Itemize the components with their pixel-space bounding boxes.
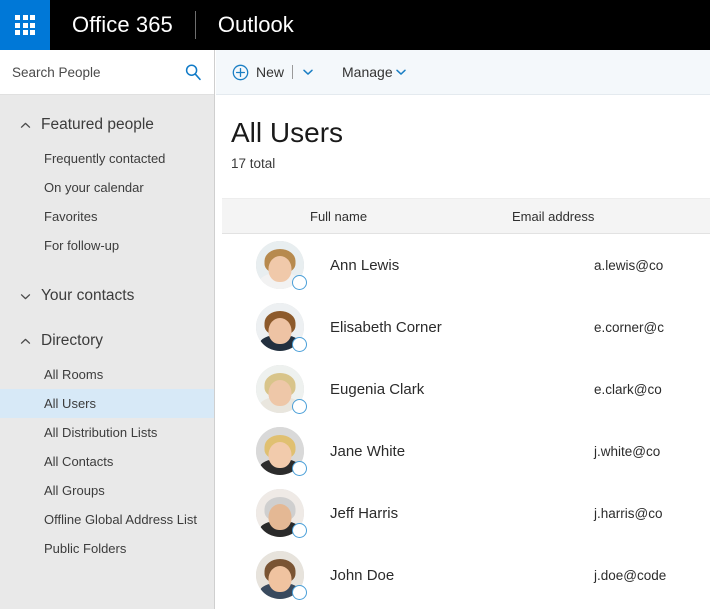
cell-email-address: e.clark@co bbox=[594, 381, 662, 397]
sidebar-item-for-follow-up[interactable]: For follow-up bbox=[0, 231, 214, 260]
sidebar-item-all-rooms[interactable]: All Rooms bbox=[0, 360, 214, 389]
navigation-list: Featured people Frequently contacted On … bbox=[0, 95, 214, 608]
avatar[interactable] bbox=[256, 241, 307, 291]
app-launcher-icon bbox=[15, 15, 35, 35]
new-button[interactable]: New bbox=[230, 60, 286, 85]
nav-children-featured-people: Frequently contacted On your calendar Fa… bbox=[0, 141, 214, 260]
nav-section-label: Featured people bbox=[41, 116, 154, 133]
new-dropdown-chevron-down-icon[interactable] bbox=[301, 66, 314, 79]
chevron-down-icon bbox=[18, 289, 32, 303]
manage-button-label: Manage bbox=[342, 64, 393, 80]
page-header: All Users 17 total bbox=[216, 95, 710, 171]
presence-indicator-icon bbox=[292, 275, 307, 291]
sidebar-item-all-contacts[interactable]: All Contacts bbox=[0, 447, 214, 476]
suite-bar: Office 365 Outlook bbox=[0, 0, 710, 50]
main-content: New Manage All Users 17 total Full name … bbox=[216, 50, 710, 609]
nav-section-directory[interactable]: Directory bbox=[0, 325, 214, 357]
presence-indicator-icon bbox=[292, 585, 307, 601]
chevron-up-icon bbox=[18, 118, 32, 132]
cell-full-name: Ann Lewis bbox=[330, 256, 400, 274]
cell-email-address: e.corner@c bbox=[594, 319, 664, 335]
column-header-email-address[interactable]: Email address bbox=[512, 209, 594, 224]
toolbar-separator bbox=[292, 65, 294, 79]
app-launcher-button[interactable] bbox=[0, 0, 50, 50]
cell-full-name: Jeff Harris bbox=[330, 504, 399, 522]
table-row[interactable]: Eugenia Clark e.clark@co bbox=[222, 358, 710, 420]
suite-brand-label: Office 365 bbox=[72, 12, 173, 37]
cell-full-name: Elisabeth Corner bbox=[330, 318, 442, 336]
sidebar-item-public-folders[interactable]: Public Folders bbox=[0, 534, 214, 563]
app-name-label[interactable]: Outlook bbox=[196, 12, 294, 38]
plus-circle-icon bbox=[232, 64, 249, 81]
users-table: Full name Email address Ann Lewis a.lewis… bbox=[216, 198, 710, 606]
total-count-label: 17 total bbox=[231, 156, 276, 172]
presence-indicator-icon bbox=[292, 399, 307, 415]
sidebar-item-on-your-calendar[interactable]: On your calendar bbox=[0, 173, 214, 202]
avatar[interactable] bbox=[256, 551, 307, 601]
avatar[interactable] bbox=[256, 365, 307, 415]
sidebar-item-offline-global-address-list[interactable]: Offline Global Address List bbox=[0, 505, 214, 534]
cell-email-address: j.white@co bbox=[594, 443, 661, 459]
presence-indicator-icon bbox=[292, 337, 307, 353]
manage-dropdown-chevron-down-icon[interactable] bbox=[395, 66, 408, 79]
chevron-up-icon bbox=[18, 334, 32, 348]
search-icon[interactable] bbox=[184, 63, 202, 81]
presence-indicator-icon bbox=[292, 523, 307, 539]
manage-button[interactable]: Manage bbox=[340, 60, 410, 84]
cell-full-name: Jane White bbox=[330, 442, 406, 460]
nav-children-directory: All Rooms All Users All Distribution Lis… bbox=[0, 357, 214, 563]
nav-section-label: Your contacts bbox=[41, 287, 135, 304]
search-input[interactable] bbox=[0, 50, 214, 94]
avatar[interactable] bbox=[256, 303, 307, 353]
cell-email-address: j.harris@co bbox=[594, 505, 663, 521]
sidebar-item-all-distribution-lists[interactable]: All Distribution Lists bbox=[0, 418, 214, 447]
sidebar-item-favorites[interactable]: Favorites bbox=[0, 202, 214, 231]
presence-indicator-icon bbox=[292, 461, 307, 477]
table-row[interactable]: Jeff Harris j.harris@co bbox=[222, 482, 710, 544]
cell-email-address: a.lewis@co bbox=[594, 257, 664, 273]
sidebar-item-all-groups[interactable]: All Groups bbox=[0, 476, 214, 505]
nav-section-your-contacts[interactable]: Your contacts bbox=[0, 280, 214, 312]
table-header-row: Full name Email address bbox=[222, 198, 710, 235]
left-navigation-pane: Featured people Frequently contacted On … bbox=[0, 50, 215, 609]
cell-email-address: j.doe@code bbox=[594, 567, 667, 583]
table-body: Ann Lewis a.lewis@co Elisabeth Corner e.cor… bbox=[216, 234, 710, 606]
table-row[interactable]: John Doe j.doe@code bbox=[222, 544, 710, 606]
sidebar-item-all-users[interactable]: All Users bbox=[0, 389, 214, 418]
nav-section-featured-people[interactable]: Featured people bbox=[0, 109, 214, 141]
nav-section-label: Directory bbox=[41, 332, 104, 349]
sidebar-item-frequently-contacted[interactable]: Frequently contacted bbox=[0, 144, 214, 173]
avatar[interactable] bbox=[256, 489, 307, 539]
avatar[interactable] bbox=[256, 427, 307, 477]
command-toolbar: New Manage bbox=[216, 50, 710, 95]
cell-full-name: John Doe bbox=[330, 566, 395, 584]
search-people-box[interactable] bbox=[0, 50, 214, 95]
new-button-label: New bbox=[256, 64, 285, 80]
table-row[interactable]: Jane White j.white@co bbox=[222, 420, 710, 482]
page-title: All Users bbox=[231, 117, 344, 148]
table-row[interactable]: Ann Lewis a.lewis@co bbox=[222, 234, 710, 296]
cell-full-name: Eugenia Clark bbox=[330, 380, 425, 398]
table-row[interactable]: Elisabeth Corner e.corner@c bbox=[222, 296, 710, 358]
column-header-full-name[interactable]: Full name bbox=[222, 209, 512, 224]
outlook-people-window: Office 365 Outlook Featured bbox=[0, 0, 710, 609]
